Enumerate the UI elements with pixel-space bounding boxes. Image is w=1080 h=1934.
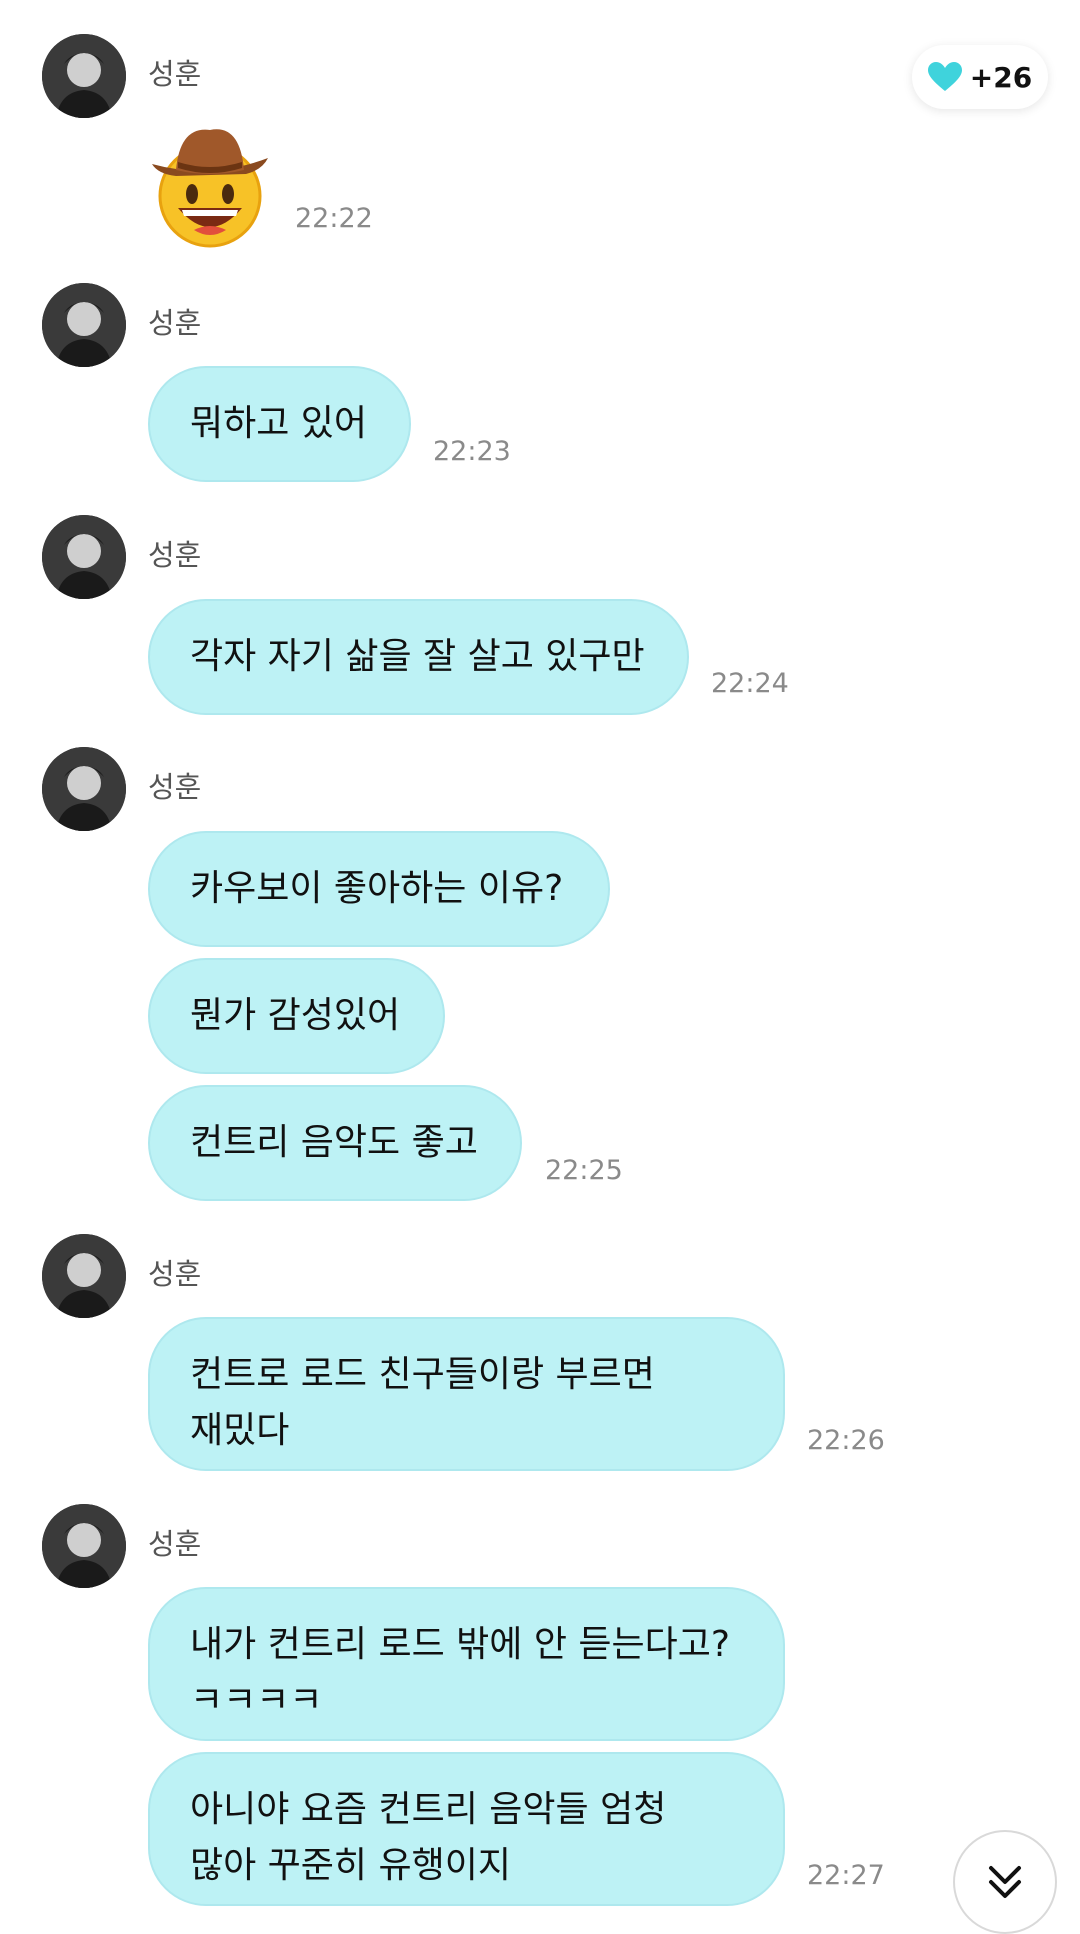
- message-text: 아니야 요즘 컨트리 음악들 엄청 많아 꾸준히 유행이지: [190, 1789, 667, 1886]
- profile-photo: [42, 283, 126, 367]
- message-text: 각자 자기 삶을 잘 살고 있구만: [190, 636, 645, 677]
- chat-area[interactable]: +26 성훈 22:22 성훈 뭐하고 있어 22:23 성훈 각자 자기 삶을…: [0, 0, 1080, 1934]
- profile-photo: [42, 34, 126, 118]
- message-time: 22:26: [807, 1425, 885, 1456]
- heart-badge[interactable]: +26: [912, 45, 1048, 109]
- message-bubble[interactable]: 뭔가 감성있어: [148, 958, 445, 1074]
- message-bubble[interactable]: 내가 컨트리 로드 밖에 안 듣는다고? ㅋㅋㅋㅋ: [148, 1587, 785, 1741]
- message-text: 뭔가 감성있어: [190, 995, 401, 1036]
- message-text: 카우보이 좋아하는 이유?: [190, 868, 564, 909]
- profile-photo: [42, 1504, 126, 1588]
- message-time: 22:22: [295, 203, 373, 234]
- message-time: 22:25: [545, 1155, 623, 1186]
- message-time: 22:24: [711, 668, 789, 699]
- avatar[interactable]: [42, 34, 126, 118]
- avatar[interactable]: [42, 1234, 126, 1318]
- avatar[interactable]: [42, 515, 126, 599]
- avatar[interactable]: [42, 1504, 126, 1588]
- sender-name: 성훈: [148, 538, 202, 572]
- heart-icon: [927, 62, 962, 91]
- message-time: 22:27: [807, 1860, 885, 1891]
- message-text: 내가 컨트리 로드 밖에 안 듣는다고? ㅋㅋㅋㅋ: [190, 1624, 731, 1721]
- sender-name: 성훈: [148, 57, 202, 91]
- profile-photo: [42, 515, 126, 599]
- message-text: 컨트리 음악도 좋고: [190, 1122, 478, 1163]
- message-text: 뭐하고 있어: [190, 403, 368, 444]
- message-bubble[interactable]: 컨트로 로드 친구들이랑 부르면 재밌다: [148, 1317, 785, 1471]
- sender-name: 성훈: [148, 1527, 202, 1561]
- sender-name: 성훈: [148, 306, 202, 340]
- message-bubble[interactable]: 카우보이 좋아하는 이유?: [148, 831, 610, 947]
- heart-count: +26: [969, 60, 1033, 94]
- profile-photo: [42, 1234, 126, 1318]
- sender-name: 성훈: [148, 1257, 202, 1291]
- sender-name: 성훈: [148, 770, 202, 804]
- message-time: 22:23: [433, 436, 511, 467]
- message-bubble[interactable]: 아니야 요즘 컨트리 음악들 엄청 많아 꾸준히 유행이지: [148, 1752, 785, 1906]
- message-text: 컨트로 로드 친구들이랑 부르면 재밌다: [190, 1354, 655, 1451]
- double-chevron-down-icon: [989, 1866, 1021, 1898]
- profile-photo: [42, 747, 126, 831]
- message-bubble[interactable]: 각자 자기 삶을 잘 살고 있구만: [148, 599, 689, 715]
- message-bubble[interactable]: 뭐하고 있어: [148, 366, 411, 482]
- avatar[interactable]: [42, 747, 126, 831]
- avatar[interactable]: [42, 283, 126, 367]
- cowboy-hat-face-icon: [146, 118, 276, 248]
- message-bubble[interactable]: 컨트리 음악도 좋고: [148, 1085, 522, 1201]
- scroll-to-bottom-button[interactable]: [953, 1830, 1057, 1934]
